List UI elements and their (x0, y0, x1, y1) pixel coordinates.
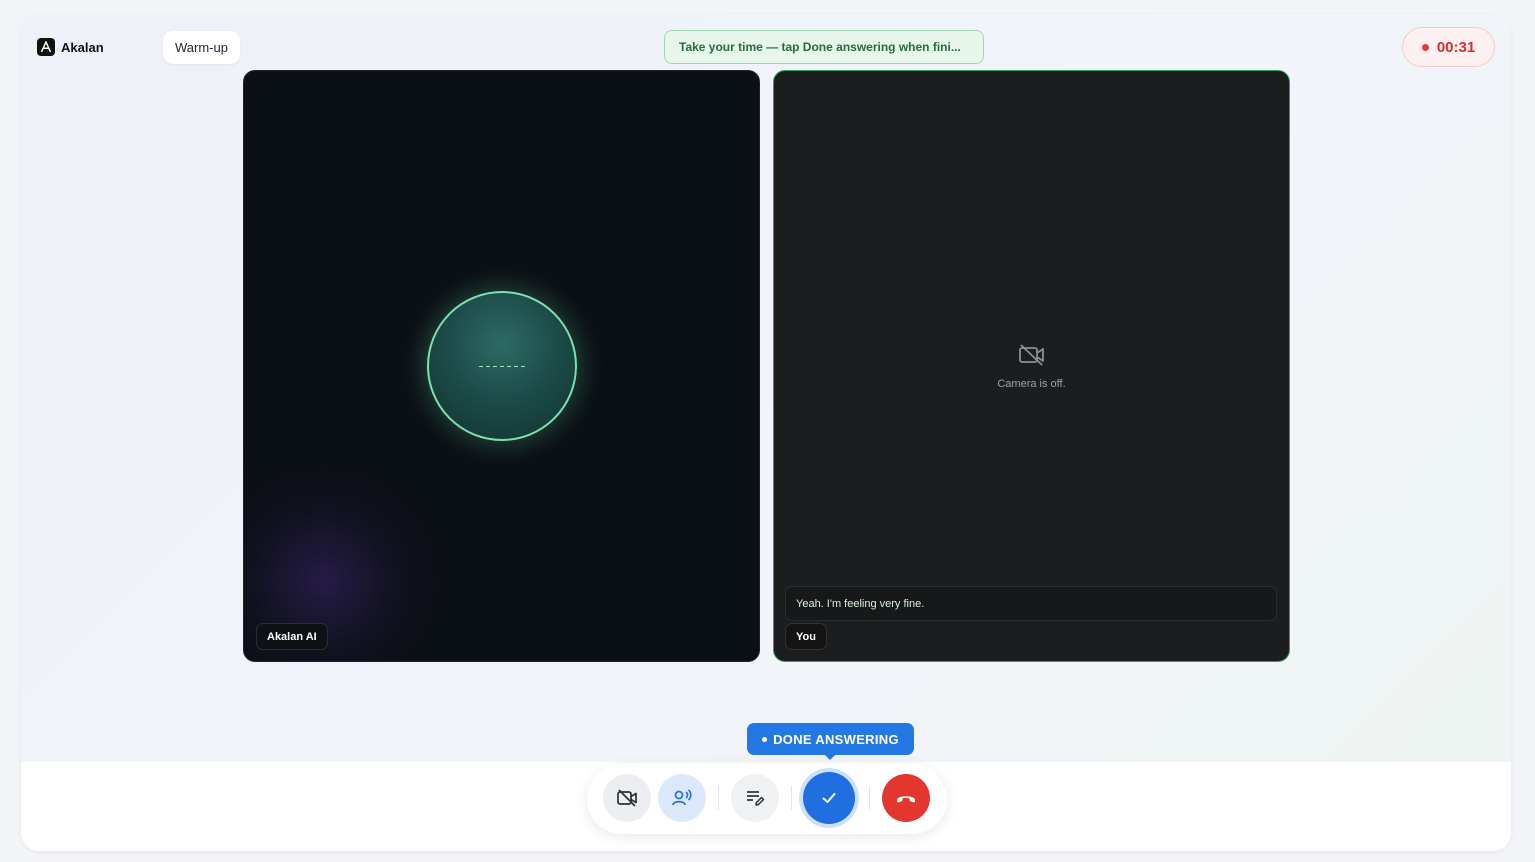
voice-button[interactable] (658, 774, 706, 822)
user-video-tile: Camera is off. Yeah. I'm feeling very fi… (773, 70, 1290, 662)
camera-toggle-button[interactable] (603, 774, 651, 822)
notes-button[interactable] (731, 774, 779, 822)
call-controls (587, 764, 947, 834)
app-frame: Akalan Warm-up Take your time — tap Done… (21, 14, 1511, 851)
app-name: Akalan (61, 39, 104, 55)
video-off-icon (617, 789, 637, 807)
hint-banner: Take your time — tap Done answering when… (664, 30, 984, 64)
ai-voice-orb (427, 291, 577, 441)
recording-timer: 00:31 (1402, 27, 1495, 67)
divider (869, 786, 870, 810)
phone-hangup-icon (897, 796, 915, 803)
end-call-button[interactable] (882, 774, 930, 822)
app-logo: Akalan (37, 38, 104, 56)
phase-label: Warm-up (163, 31, 240, 64)
done-answering-tooltip: DONE ANSWERING (747, 723, 914, 760)
audio-wave-icon (479, 365, 525, 367)
ai-video-tile: Akalan AI (243, 70, 760, 662)
video-off-icon (1018, 344, 1044, 366)
akalan-logo-icon (37, 38, 55, 56)
camera-status-text: Camera is off. (997, 378, 1066, 390)
user-name-tag: You (785, 623, 827, 650)
notes-edit-icon (747, 791, 765, 806)
hint-text: Take your time — tap Done answering when… (679, 40, 961, 54)
voice-icon (672, 789, 692, 806)
tooltip-text: DONE ANSWERING (773, 731, 899, 747)
timer-value: 00:31 (1436, 38, 1476, 56)
camera-off-indicator: Camera is off. (774, 343, 1289, 390)
recording-dot-icon (1421, 43, 1429, 51)
ai-name-tag: Akalan AI (256, 623, 328, 650)
divider (791, 786, 792, 810)
live-caption: Yeah. I'm feeling very fine. (785, 586, 1277, 621)
tooltip-dot-icon (762, 736, 768, 742)
check-icon (822, 793, 836, 803)
divider (718, 786, 719, 810)
done-answering-button[interactable] (803, 772, 855, 824)
